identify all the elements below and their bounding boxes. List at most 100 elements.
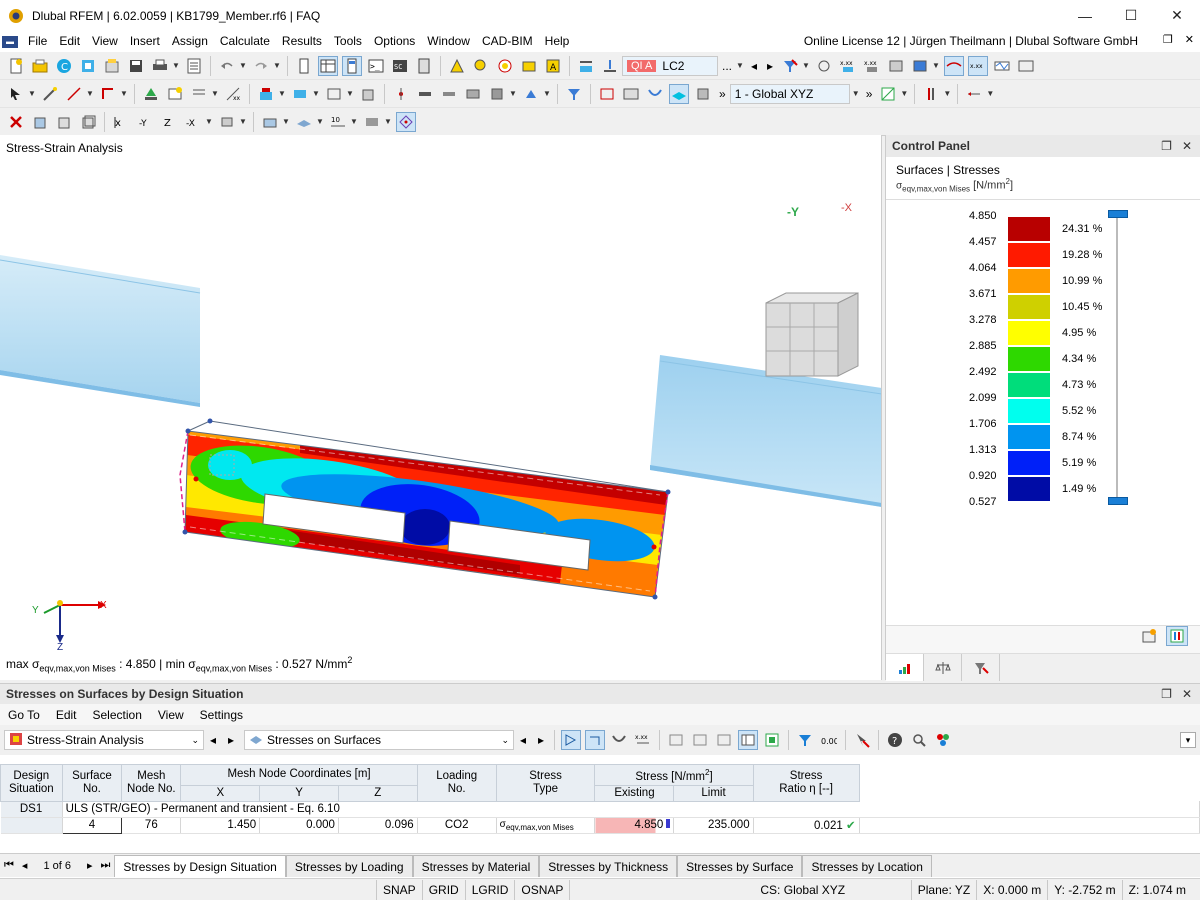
view-z-icon[interactable]: Z (159, 112, 179, 132)
menu-options[interactable]: Options (368, 31, 421, 52)
supports-dropdown-icon[interactable]: ▼ (543, 89, 551, 98)
menu-assign[interactable]: Assign (166, 31, 214, 52)
dimensions-tool-dropdown-icon[interactable]: ▼ (986, 89, 994, 98)
load-icon[interactable] (141, 84, 161, 104)
select-in-model-icon[interactable] (561, 730, 581, 750)
menu-help[interactable]: Help (539, 31, 576, 52)
model-icon[interactable] (102, 56, 122, 76)
table-view-3-icon[interactable] (714, 730, 734, 750)
plane-icon[interactable] (294, 112, 314, 132)
osnap-toggle[interactable]: OSNAP (514, 879, 569, 900)
result-next-icon[interactable]: ▸ (534, 730, 548, 750)
delete-icon[interactable] (6, 112, 26, 132)
analysis-type-select[interactable]: Stress-Strain Analysis ⌄ (4, 730, 204, 750)
transparency-dropdown-icon[interactable]: ▼ (384, 117, 392, 126)
console-icon[interactable]: >_ (366, 56, 386, 76)
select-icon[interactable] (6, 84, 26, 104)
menu-edit[interactable]: Edit (53, 31, 86, 52)
webservice-icon[interactable] (78, 56, 98, 76)
table-view-1-icon[interactable] (666, 730, 686, 750)
table-menu-settings[interactable]: Settings (192, 708, 251, 722)
box-view-icon[interactable] (30, 112, 50, 132)
cell-x[interactable]: 1.450 (180, 817, 261, 834)
snapshot-icon[interactable] (519, 56, 539, 76)
table-filter-icon[interactable] (795, 730, 815, 750)
view-filter-dropdown-icon[interactable]: ▼ (278, 89, 286, 98)
visibility-icon[interactable] (290, 84, 310, 104)
redo-icon[interactable] (251, 56, 271, 76)
table-results-icon[interactable] (609, 730, 629, 750)
cell-ratio[interactable]: 0.021 ✔ (753, 817, 860, 834)
coordinate-system-dropdown-icon[interactable]: ▼ (852, 89, 860, 98)
tab-by-loading[interactable]: Stresses by Loading (285, 855, 413, 877)
print-dropdown-icon[interactable]: ▼ (172, 61, 180, 70)
table-colors-icon[interactable] (933, 730, 953, 750)
clear-selection-icon[interactable] (852, 730, 872, 750)
display-mode-icon[interactable] (260, 112, 280, 132)
report-icon[interactable] (184, 56, 204, 76)
magic-wand-icon[interactable] (40, 84, 60, 104)
render-icon[interactable] (693, 84, 713, 104)
select-dropdown-icon[interactable]: ▼ (28, 89, 36, 98)
view-x-icon[interactable]: x (111, 112, 131, 132)
iso-view-dropdown-icon[interactable]: ▼ (239, 117, 247, 126)
table-menu-goto[interactable]: Go To (0, 708, 48, 722)
box-view-3-icon[interactable] (78, 112, 98, 132)
video-icon[interactable] (621, 84, 641, 104)
result-numbers-icon[interactable]: x.xx (968, 55, 989, 76)
tab-filter-icon[interactable] (962, 654, 1000, 681)
model-view-icon[interactable] (447, 56, 467, 76)
menu-calculate[interactable]: Calculate (214, 31, 276, 52)
coordinate-system-select[interactable]: 1 - Global XYZ (729, 83, 850, 104)
surfaces-icon[interactable] (463, 84, 483, 104)
vertical-dropdown-icon[interactable]: ▼ (943, 89, 951, 98)
calc-icon[interactable] (414, 56, 434, 76)
decimal-places-icon[interactable]: 0.00 (819, 730, 839, 750)
transparency-icon[interactable] (362, 112, 382, 132)
tab-by-material[interactable]: Stresses by Material (412, 855, 540, 877)
vertical-icon[interactable] (921, 84, 941, 104)
navigation-cube[interactable] (765, 292, 859, 377)
panel-settings-icon[interactable] (1139, 626, 1159, 646)
iso-view-icon[interactable] (217, 112, 237, 132)
overflow-chevron[interactable]: » (719, 87, 726, 101)
view-minus-x-icon[interactable]: -X (183, 112, 203, 132)
view-dropdown-icon[interactable]: ▼ (205, 117, 213, 126)
load-case-select[interactable]: QI A LC2 (622, 55, 718, 76)
next-page-icon[interactable]: ▸ (87, 859, 93, 872)
text-icon[interactable]: A (543, 56, 563, 76)
clipping-icon[interactable] (597, 84, 617, 104)
plane-dropdown-icon[interactable]: ▼ (316, 117, 324, 126)
tab-color-scale-icon[interactable] (886, 654, 924, 681)
cell-existing[interactable]: 4.850 (594, 817, 675, 834)
result-dropdown-icon[interactable]: ⌄ (501, 735, 509, 746)
table-options-dropdown-icon[interactable]: ▾ (1180, 732, 1196, 748)
new-model-icon[interactable] (6, 56, 26, 76)
view-settings-icon[interactable] (878, 84, 898, 104)
restore-doc-icon[interactable]: ❐ (1163, 33, 1173, 46)
scale-dropdown-icon[interactable]: ▼ (350, 117, 358, 126)
result-values-icon[interactable] (576, 56, 596, 76)
target-icon[interactable] (495, 56, 515, 76)
last-page-icon[interactable]: ⏭ (101, 859, 111, 872)
script-icon[interactable]: SC (390, 56, 410, 76)
menu-tools[interactable]: Tools (328, 31, 368, 52)
snap-toggle[interactable]: SNAP (376, 879, 422, 900)
first-page-icon[interactable]: ⏮ (4, 859, 14, 872)
box-icon[interactable] (358, 84, 378, 104)
results-view-icon[interactable] (645, 84, 665, 104)
table-search-icon[interactable] (909, 730, 929, 750)
values-xxx-icon[interactable]: x.xx (838, 56, 858, 76)
table-menu-edit[interactable]: Edit (48, 708, 85, 722)
section-icon[interactable] (1016, 56, 1036, 76)
next-case-icon[interactable]: ▸ (764, 56, 776, 76)
frame-icon[interactable] (324, 84, 344, 104)
supports-icon[interactable] (521, 84, 541, 104)
print-icon[interactable] (150, 56, 170, 76)
members-icon[interactable] (439, 84, 459, 104)
dimensions-tool-icon[interactable] (964, 84, 984, 104)
tab-balance-icon[interactable] (924, 654, 962, 681)
nodes-icon[interactable] (391, 84, 411, 104)
analysis-next-icon[interactable]: ▸ (224, 730, 238, 750)
tab-by-surface[interactable]: Stresses by Surface (677, 855, 803, 877)
